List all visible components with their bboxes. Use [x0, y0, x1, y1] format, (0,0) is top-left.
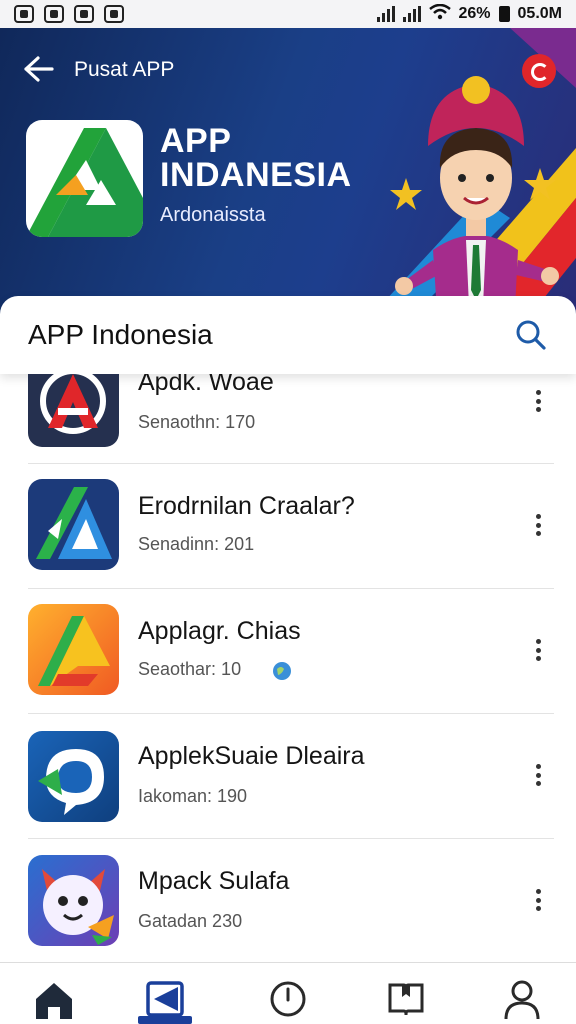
list-item[interactable]: ApplekSuaie Dleaira Iakoman: 190 — [0, 714, 576, 839]
bottom-navigation — [0, 962, 576, 1024]
status-bar: 26% 05.0M — [0, 0, 576, 28]
search-input[interactable]: APP Indonesia — [28, 319, 514, 351]
home-icon — [36, 983, 72, 1019]
clock-icon — [270, 981, 306, 1017]
app-meta: Senaothn: 170 — [138, 412, 256, 432]
more-options-icon[interactable] — [528, 386, 548, 416]
signal-icon — [376, 6, 395, 22]
nav-updates[interactable] — [266, 977, 310, 1021]
app-name: Erodrnilan Craalar? — [138, 492, 355, 520]
clock-time: 05.0M — [517, 5, 562, 22]
battery-percent: 26% — [458, 5, 491, 22]
list-item[interactable]: Mpack Sulafa Gatadan 230 — [0, 839, 576, 962]
app-notification-icon — [74, 5, 94, 23]
blue-chat-logo-icon — [28, 731, 119, 822]
book-icon — [388, 983, 424, 1016]
more-options-icon[interactable] — [528, 635, 548, 665]
app-indonesia-logo — [26, 120, 143, 237]
cartoon-character-icon — [28, 855, 119, 946]
notification-badge-icon[interactable] — [522, 54, 556, 88]
nav-profile[interactable] — [500, 977, 544, 1021]
app-name: ApplekSuaie Dleaira — [138, 742, 365, 770]
mascot-illustration — [390, 76, 559, 328]
globe-icon — [273, 662, 291, 680]
search-bar[interactable]: APP Indonesia — [0, 296, 576, 374]
brand-title-line1: APP — [160, 122, 232, 160]
header-title: Pusat APP — [74, 58, 175, 81]
nav-home[interactable] — [32, 977, 76, 1021]
blue-green-a-logo-icon — [28, 479, 119, 570]
active-tab-indicator — [138, 1016, 192, 1024]
more-options-icon[interactable] — [528, 760, 548, 790]
battery-icon — [498, 6, 510, 22]
mail-icon — [44, 5, 64, 23]
more-options-icon[interactable] — [528, 510, 548, 540]
brand-title-line2: INDANESIA — [160, 156, 352, 194]
red-a-logo-icon — [28, 374, 119, 447]
app-name: Mpack Sulafa — [138, 867, 290, 895]
app-meta: Seaothar: 10 — [138, 659, 242, 679]
nav-apps[interactable] — [144, 977, 188, 1021]
notification-icon — [14, 5, 34, 23]
list-item[interactable]: Erodrnilan Craalar? Senadinn: 201 — [0, 464, 576, 589]
brand-subtitle: Ardonaissta — [160, 204, 266, 226]
person-icon — [504, 980, 540, 1020]
app-meta: Gatadan 230 — [138, 911, 243, 931]
sync-icon — [104, 5, 124, 23]
brand-title: APP INDANESIA — [160, 124, 352, 192]
nav-library[interactable] — [384, 977, 428, 1021]
back-arrow-icon[interactable] — [22, 54, 58, 84]
app-name: Applagr. Chias — [138, 617, 301, 645]
app-meta: Iakoman: 190 — [138, 786, 248, 806]
app-meta: Senadinn: 201 — [138, 534, 255, 554]
signal-icon-2 — [402, 6, 421, 22]
orange-a-logo-icon — [28, 604, 119, 695]
app-list[interactable]: Apdk. Woae Senaothn: 170 Erodrnilan Craa… — [0, 374, 576, 962]
apps-icon — [146, 981, 184, 1017]
more-options-icon[interactable] — [528, 885, 548, 915]
header-banner: Pusat APP APP INDANESIA Ardonaissta — [0, 28, 576, 328]
search-icon[interactable] — [514, 318, 548, 352]
wifi-icon — [428, 3, 451, 25]
list-item[interactable]: Applagr. Chias Seaothar: 10 — [0, 589, 576, 714]
app-name: Apdk. Woae — [138, 374, 274, 396]
